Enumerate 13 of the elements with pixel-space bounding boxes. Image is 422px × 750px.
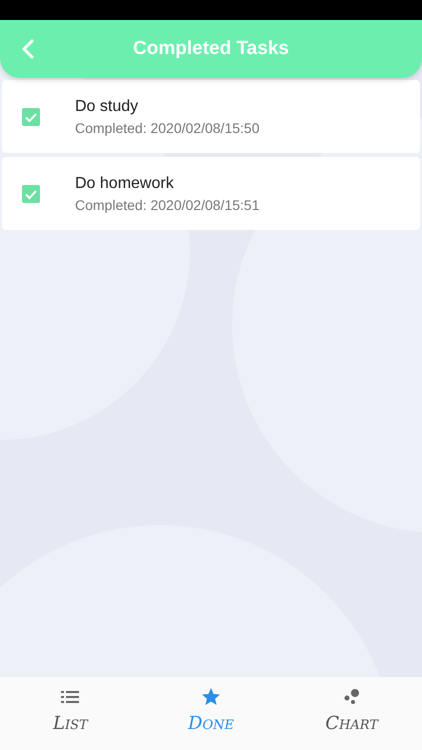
completed-time: Completed: 2020/02/08/15:51 <box>75 196 260 212</box>
star-icon <box>200 687 222 707</box>
task-name: Do study <box>75 98 140 116</box>
tab[interactable]: Chart <box>281 677 422 750</box>
task-card[interactable]: Do study Completed: 2020/02/08/15:50 <box>2 80 420 153</box>
back-icon[interactable] <box>20 39 36 59</box>
checkbox[interactable] <box>22 108 40 126</box>
header-title: Completed Tasks <box>133 38 289 60</box>
completed-time: Completed: 2020/02/08/15:50 <box>75 120 260 136</box>
checkbox[interactable] <box>22 184 40 202</box>
task-name: Do homework <box>75 174 175 192</box>
tab[interactable]: List <box>0 677 141 750</box>
task-card[interactable]: Do homework Completed: 2020/02/08/15:51 <box>2 157 420 230</box>
